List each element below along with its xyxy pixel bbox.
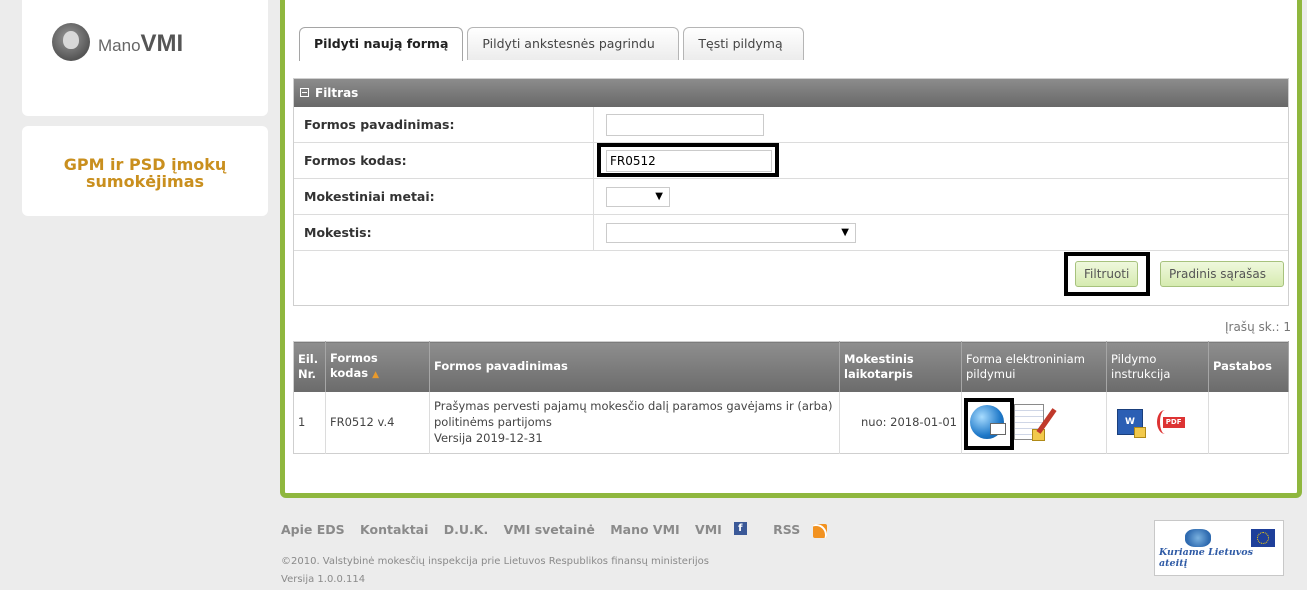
offline-form-icon[interactable] [1013,404,1045,442]
filter-title: Filtras [315,86,359,100]
col-instructions: Pildymo instrukcija [1106,341,1209,392]
version-text: Versija 1.0.0.114 [281,574,366,585]
filter-header[interactable]: Filtras [294,79,1288,107]
logo-box[interactable]: ManoVMI [22,0,268,116]
row-nr: 1 [293,391,326,454]
table-row: 1 FR0512 v.4 Prašymas pervesti pajamų mo… [293,391,1289,454]
tax-label: Mokestis: [294,215,594,250]
form-title: Prašymas pervesti pajamų mokesčio dalį p… [434,399,833,430]
filter-row-form-name: Formos pavadinimas: [294,107,1288,143]
footer-link-about[interactable]: Apie EDS [281,522,345,537]
filter-panel: Filtras Formos pavadinimas: Formos kodas… [293,78,1289,306]
footer-link-vmi-site[interactable]: VMI svetainė [504,522,595,537]
tax-year-label: Mokestiniai metai: [294,179,594,214]
tab-continue-filling[interactable]: Tęsti pildymą [683,27,805,60]
col-tax-period[interactable]: Mokestinis laikotarpis [839,341,962,392]
form-name-input[interactable] [606,114,764,136]
row-name: Prašymas pervesti pajamų mokesčio dalį p… [429,391,840,454]
tab-new-form[interactable]: Pildyti naują formą [299,27,464,61]
sort-asc-icon[interactable]: ▲ [372,370,379,380]
filter-actions: Filtruoti Pradinis sąrašas [294,251,1288,301]
col-nr: Eil. Nr. [293,341,326,392]
row-code: FR0512 v.4 [325,391,430,454]
word-document-icon[interactable]: W [1117,409,1146,439]
col-electronic-form: Forma elektroniniam pildymui [961,341,1107,392]
sidebar-link-gpm-psd[interactable]: GPM ir PSD įmokų sumokėjimas [45,156,245,190]
highlight-box [964,397,1014,450]
sidebar-menu: GPM ir PSD įmokų sumokėjimas [22,126,268,216]
tax-year-select[interactable]: ▼ [606,187,670,207]
facebook-icon: f [733,522,747,535]
eu-structural-funds-icon [1185,529,1211,547]
dropdown-arrow-icon: ▼ [841,227,849,238]
footer-link-vmi-facebook[interactable]: VMI f [695,522,758,537]
footer-link-contacts[interactable]: Kontaktai [360,522,428,537]
reset-list-button[interactable]: Pradinis sąrašas [1160,261,1284,287]
filter-row-tax: Mokestis: ▼ [294,215,1288,251]
pdf-icon[interactable]: PDF [1156,410,1185,435]
mano-vmi-logo: ManoVMI [98,30,184,57]
dropdown-arrow-icon: ▼ [655,191,663,202]
col-notes: Pastabos [1208,341,1289,392]
form-code-label: Formos kodas: [294,143,594,178]
col-form-name[interactable]: Formos pavadinimas [429,341,840,392]
eu-flag-icon [1251,529,1275,547]
footer-links: Apie EDS Kontaktai D.U.K. VMI svetainė M… [281,522,849,538]
row-electronic-form [961,391,1107,454]
highlight-box [1064,252,1150,296]
footer-link-rss[interactable]: RSS [773,522,838,538]
eu-slogan: Kuriame Lietuvos ateitį [1159,547,1253,569]
copyright-text: ©2010. Valstybinė mokesčių inspekcija pr… [281,556,709,567]
row-period: nuo: 2018-01-01 [839,391,962,454]
forms-table: Eil. Nr. Formos kodas ▲ Formos pavadinima… [293,341,1289,454]
tab-bar: Pildyti naują formą Pildyti ankstesnės p… [299,27,805,61]
footer-link-faq[interactable]: D.U.K. [444,522,488,537]
collapse-icon[interactable] [300,88,309,97]
user-avatar-icon [52,23,90,61]
filter-row-tax-year: Mokestiniai metai: ▼ [294,179,1288,215]
records-count: Įrašų sk.: 1 [1224,320,1291,334]
tab-fill-based-on-previous[interactable]: Pildyti ankstesnės pagrindu [467,27,680,60]
filter-row-form-code: Formos kodas: [294,143,1288,179]
footer-link-mano-vmi[interactable]: Mano VMI [610,522,679,537]
rss-icon [813,523,828,538]
tax-select[interactable]: ▼ [606,223,856,243]
highlight-box [597,143,779,177]
eu-funding-logo[interactable]: Kuriame Lietuvos ateitį [1154,520,1284,576]
form-version: Versija 2019-12-31 [434,431,543,446]
table-header-row: Eil. Nr. Formos kodas ▲ Formos pavadinima… [293,341,1289,392]
row-instructions: W PDF [1106,391,1209,454]
row-notes [1208,391,1289,454]
form-name-label: Formos pavadinimas: [294,107,594,142]
col-form-code[interactable]: Formos kodas ▲ [325,341,430,392]
main-panel: Pildyti naują formą Pildyti ankstesnės p… [280,0,1302,498]
